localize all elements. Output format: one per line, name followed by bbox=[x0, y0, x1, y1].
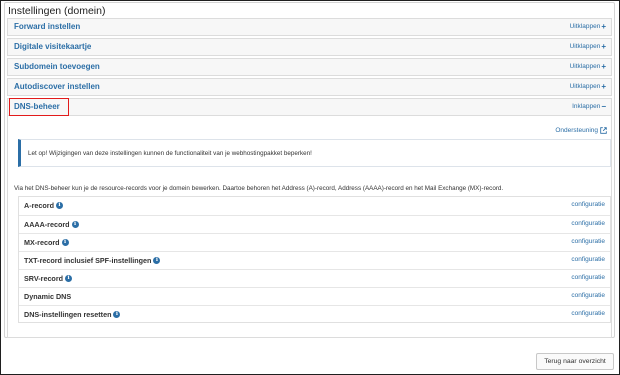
info-icon[interactable]: i bbox=[55, 202, 63, 209]
warning-alert: Let op! Wijzigingen van deze instellinge… bbox=[18, 139, 611, 167]
minus-icon: − bbox=[601, 101, 606, 111]
section-label: Forward instellen bbox=[14, 22, 81, 31]
plus-icon: + bbox=[601, 41, 606, 51]
record-label: A-record bbox=[24, 201, 54, 210]
collapse-toggle[interactable]: Inklappen − bbox=[572, 101, 606, 111]
record-label: AAAA-record bbox=[24, 220, 70, 229]
back-to-overview-button[interactable]: Terug naar overzicht bbox=[536, 353, 614, 370]
section-label: Digitale visitekaartje bbox=[14, 42, 92, 51]
highlight-box bbox=[9, 98, 69, 116]
support-link[interactable]: Ondersteuning bbox=[555, 127, 607, 134]
section-autodiscover[interactable]: Autodiscover instellen Uitklappen + bbox=[7, 78, 612, 96]
configuration-link[interactable]: configuratie bbox=[571, 238, 605, 245]
plus-icon: + bbox=[601, 61, 606, 71]
record-label: Dynamic DNS bbox=[24, 292, 72, 301]
configuration-link[interactable]: configuratie bbox=[571, 220, 605, 227]
alert-text: Let op! Wijzigingen van deze instellinge… bbox=[28, 150, 312, 157]
records-list: A-record i configuratie AAAA-record i conf… bbox=[18, 196, 611, 323]
configuration-link[interactable]: configuratie bbox=[571, 201, 605, 208]
list-item: DNS-instellingen resetten i configuratie bbox=[19, 305, 610, 323]
expand-toggle[interactable]: Uitklappen + bbox=[570, 81, 606, 91]
expand-toggle[interactable]: Uitklappen + bbox=[570, 21, 606, 31]
plus-icon: + bbox=[601, 21, 606, 31]
section-label: Autodiscover instellen bbox=[14, 82, 100, 91]
configuration-link[interactable]: configuratie bbox=[571, 274, 605, 281]
list-item: Dynamic DNS configuratie bbox=[19, 287, 610, 305]
record-label: TXT-record inclusief SPF-instellingen bbox=[24, 256, 152, 265]
record-label: DNS-instellingen resetten bbox=[24, 310, 112, 319]
dns-intro-text: Via het DNS-beheer kun je de resource-re… bbox=[14, 185, 504, 192]
configuration-link[interactable]: configuratie bbox=[571, 310, 605, 317]
external-link-icon bbox=[600, 127, 607, 134]
info-icon[interactable]: i bbox=[71, 221, 79, 228]
list-item: A-record i configuratie bbox=[19, 197, 610, 215]
section-forward[interactable]: Forward instellen Uitklappen + bbox=[7, 18, 612, 36]
section-label: Subdomein toevoegen bbox=[14, 62, 100, 71]
list-item: SRV-record i configuratie bbox=[19, 269, 610, 287]
record-label: MX-record bbox=[24, 238, 60, 247]
info-icon[interactable]: i bbox=[65, 275, 73, 282]
expand-toggle[interactable]: Uitklappen + bbox=[570, 61, 606, 71]
configuration-link[interactable]: configuratie bbox=[571, 292, 605, 299]
section-business-card[interactable]: Digitale visitekaartje Uitklappen + bbox=[7, 38, 612, 56]
plus-icon: + bbox=[601, 81, 606, 91]
configuration-link[interactable]: configuratie bbox=[571, 256, 605, 263]
info-icon[interactable]: i bbox=[113, 311, 121, 318]
panel-title: Instellingen (domein) bbox=[8, 5, 106, 17]
expand-toggle[interactable]: Uitklappen + bbox=[570, 41, 606, 51]
list-item: AAAA-record i configuratie bbox=[19, 215, 610, 233]
record-label: SRV-record bbox=[24, 274, 64, 283]
list-item: TXT-record inclusief SPF-instellingen i c… bbox=[19, 251, 610, 269]
info-icon[interactable]: i bbox=[153, 257, 161, 264]
section-subdomain[interactable]: Subdomein toevoegen Uitklappen + bbox=[7, 58, 612, 76]
info-icon[interactable]: i bbox=[61, 239, 69, 246]
section-dns[interactable]: DNS-beheer Inklappen − bbox=[7, 98, 612, 116]
settings-panel: Instellingen (domein) Forward instellen … bbox=[4, 2, 615, 338]
list-item: MX-record i configuratie bbox=[19, 233, 610, 251]
